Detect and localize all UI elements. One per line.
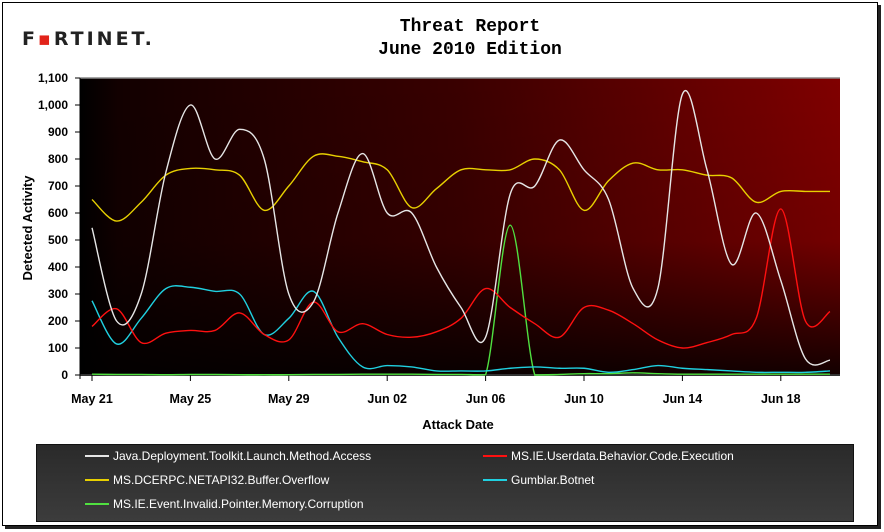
legend-label: MS.IE.Event.Invalid.Pointer.Memory.Corru… <box>113 497 364 511</box>
legend-swatch-icon <box>483 455 507 457</box>
x-axis-label: Attack Date <box>422 417 494 432</box>
legend: Java.Deployment.Toolkit.Launch.Method.Ac… <box>36 444 854 522</box>
y-tick-label: 1,100 <box>38 71 68 85</box>
x-tick-label: May 29 <box>268 392 310 406</box>
legend-label: Java.Deployment.Toolkit.Launch.Method.Ac… <box>113 449 372 463</box>
y-tick-label: 900 <box>48 125 68 139</box>
x-tick-label: May 25 <box>170 392 212 406</box>
legend-label: MS.IE.Userdata.Behavior.Code.Execution <box>511 449 734 463</box>
y-tick-label: 400 <box>48 260 68 274</box>
y-tick-label: 800 <box>48 152 68 166</box>
legend-item: Java.Deployment.Toolkit.Launch.Method.Ac… <box>85 449 371 463</box>
legend-swatch-icon <box>85 479 109 481</box>
legend-swatch-icon <box>85 455 109 457</box>
legend-swatch-icon <box>483 479 507 481</box>
y-tick-label: 600 <box>48 206 68 220</box>
x-tick-label: Jun 10 <box>564 392 604 406</box>
y-tick-label: 1,000 <box>38 98 68 112</box>
legend-label: Gumblar.Botnet <box>511 473 595 487</box>
legend-swatch-icon <box>85 503 109 505</box>
legend-item: MS.IE.Event.Invalid.Pointer.Memory.Corru… <box>85 497 364 511</box>
x-tick-label: Jun 18 <box>761 392 801 406</box>
legend-item: MS.IE.Userdata.Behavior.Code.Execution <box>483 449 734 463</box>
y-tick-label: 500 <box>48 233 68 247</box>
x-tick-label: Jun 14 <box>663 392 703 406</box>
legend-item: MS.DCERPC.NETAPI32.Buffer.Overflow <box>85 473 329 487</box>
y-tick-label: 200 <box>48 314 68 328</box>
legend-item: Gumblar.Botnet <box>483 473 594 487</box>
x-tick-label: Jun 06 <box>466 392 506 406</box>
y-tick-label: 100 <box>48 341 68 355</box>
x-tick-label: May 21 <box>71 392 113 406</box>
y-tick-label: 300 <box>48 287 68 301</box>
y-tick-label: 700 <box>48 179 68 193</box>
y-tick-label: 0 <box>61 368 68 382</box>
legend-label: MS.DCERPC.NETAPI32.Buffer.Overflow <box>113 473 330 487</box>
x-tick-label: Jun 02 <box>367 392 407 406</box>
y-axis-label: Detected Activity <box>20 175 35 281</box>
